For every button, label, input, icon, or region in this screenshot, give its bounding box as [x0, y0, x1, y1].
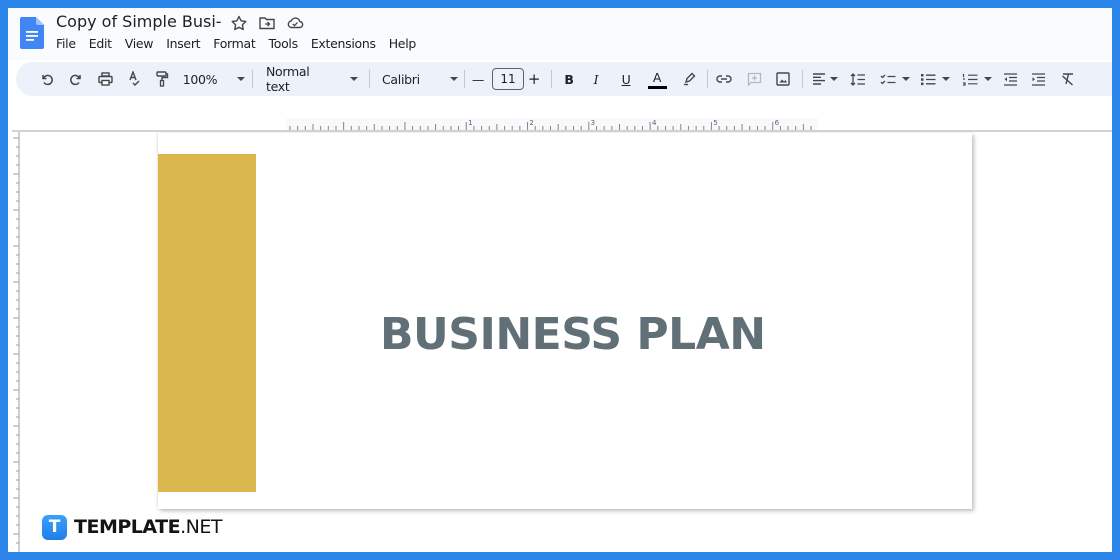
vertical-ruler[interactable] [12, 132, 20, 552]
chevron-down-icon [350, 77, 358, 81]
font-family-value: Calibri [382, 71, 420, 87]
menu-edit[interactable]: Edit [89, 36, 112, 54]
menu-extensions[interactable]: Extensions [311, 36, 376, 54]
toolbar-divider [464, 70, 465, 88]
numbered-list-icon [962, 73, 978, 86]
numbered-list-select[interactable] [958, 62, 996, 96]
text-color-button[interactable]: A [645, 62, 669, 96]
chevron-down-icon [902, 77, 910, 81]
bold-button[interactable]: B [559, 62, 579, 96]
ruler-label: 2 [529, 119, 533, 127]
chevron-down-icon [942, 77, 950, 81]
menu-help[interactable]: Help [389, 36, 417, 54]
decrease-font-size-button[interactable]: — [470, 62, 486, 96]
align-left-icon [813, 73, 825, 85]
google-docs-logo-icon[interactable] [20, 17, 44, 49]
toolbar-divider [707, 70, 708, 88]
toolbar: 100% Normal text Calibri — 11 + B I U A [16, 62, 1112, 96]
paint-format-button[interactable] [150, 62, 174, 96]
horizontal-ruler[interactable]: 1234567 [286, 118, 818, 130]
chevron-down-icon [449, 77, 458, 81]
increase-font-size-button[interactable]: + [526, 62, 542, 96]
chevron-down-icon [237, 77, 246, 81]
menu-file[interactable]: File [56, 36, 76, 54]
add-comment-icon [747, 72, 761, 87]
zoom-select[interactable]: 100% [182, 62, 246, 96]
chevron-down-icon [830, 77, 838, 81]
move-to-folder-icon[interactable] [258, 15, 276, 31]
link-icon [716, 75, 732, 83]
image-icon [776, 72, 790, 86]
paragraph-style-value: Normal text [266, 64, 310, 94]
font-size-input[interactable]: 11 [492, 68, 524, 90]
document-title[interactable]: Copy of Simple Busi- [56, 12, 222, 31]
paint-format-icon [156, 71, 169, 87]
font-family-select[interactable]: Calibri [376, 62, 458, 96]
toolbar-divider [252, 70, 253, 88]
zoom-value: 100% [182, 71, 218, 87]
ruler-label: 1 [468, 119, 472, 127]
checklist-icon [880, 74, 896, 84]
ruler-label: 3 [591, 119, 595, 127]
clear-formatting-button[interactable] [1056, 62, 1080, 96]
spellcheck-icon [129, 71, 140, 86]
cloud-saved-icon[interactable] [286, 15, 304, 31]
text-color-letter: A [652, 70, 662, 85]
brand-name: TEMPLATE [74, 516, 181, 538]
bulleted-list-select[interactable] [916, 62, 954, 96]
insert-image-button[interactable] [771, 62, 795, 96]
print-button[interactable] [92, 62, 118, 96]
star-icon[interactable] [230, 15, 248, 31]
highlight-color-button[interactable] [677, 62, 701, 96]
spelling-check-button[interactable] [122, 62, 146, 96]
redo-button[interactable] [63, 62, 89, 96]
brand-suffix: .NET [180, 516, 222, 538]
vertical-ruler-ticks [13, 132, 20, 552]
increase-indent-button[interactable] [1026, 62, 1050, 96]
menu-tools[interactable]: Tools [269, 36, 299, 54]
undo-icon [42, 74, 53, 86]
decrease-indent-icon [1003, 72, 1017, 86]
chevron-down-icon [984, 77, 992, 81]
menu-insert[interactable]: Insert [166, 36, 200, 54]
bulleted-list-icon [921, 73, 936, 85]
title-bar: Copy of Simple Busi- File Edit View Inse… [8, 8, 1112, 60]
template-net-watermark: T TEMPLATE .NET [42, 514, 222, 540]
align-select[interactable] [808, 62, 842, 96]
text-color-swatch [647, 86, 667, 89]
add-comment-button[interactable] [742, 62, 766, 96]
document-heading[interactable]: BUSINESS PLAN [380, 309, 766, 360]
menu-bar: File Edit View Insert Format Tools Exten… [56, 36, 429, 54]
app-window: Copy of Simple Busi- File Edit View Inse… [8, 8, 1112, 552]
template-logo-icon: T [42, 514, 67, 540]
decrease-indent-button[interactable] [998, 62, 1022, 96]
insert-link-button[interactable] [712, 62, 736, 96]
ruler-label: 6 [775, 119, 780, 127]
toolbar-divider [802, 70, 803, 88]
redo-icon [70, 74, 81, 86]
document-page[interactable]: BUSINESS PLAN [158, 133, 972, 509]
paragraph-style-select[interactable]: Normal text [260, 62, 358, 96]
ruler-ticks: 1234567 [289, 119, 812, 130]
menu-view[interactable]: View [125, 36, 154, 54]
ruler-label: 5 [713, 119, 717, 127]
highlighter-icon [684, 72, 696, 86]
toolbar-divider [551, 70, 552, 88]
undo-button[interactable] [34, 62, 60, 96]
line-spacing-icon [850, 72, 865, 86]
line-spacing-button[interactable] [846, 62, 870, 96]
italic-button[interactable]: I [586, 62, 606, 96]
print-icon [97, 72, 113, 86]
ruler-label: 4 [652, 119, 657, 127]
accent-bar [158, 154, 256, 492]
toolbar-divider [369, 70, 370, 88]
underline-button[interactable]: U [616, 62, 636, 96]
increase-indent-icon [1031, 72, 1045, 86]
ruler-divider [12, 130, 1112, 132]
menu-format[interactable]: Format [213, 36, 256, 54]
clear-formatting-icon [1062, 73, 1073, 86]
checklist-select[interactable] [876, 62, 914, 96]
